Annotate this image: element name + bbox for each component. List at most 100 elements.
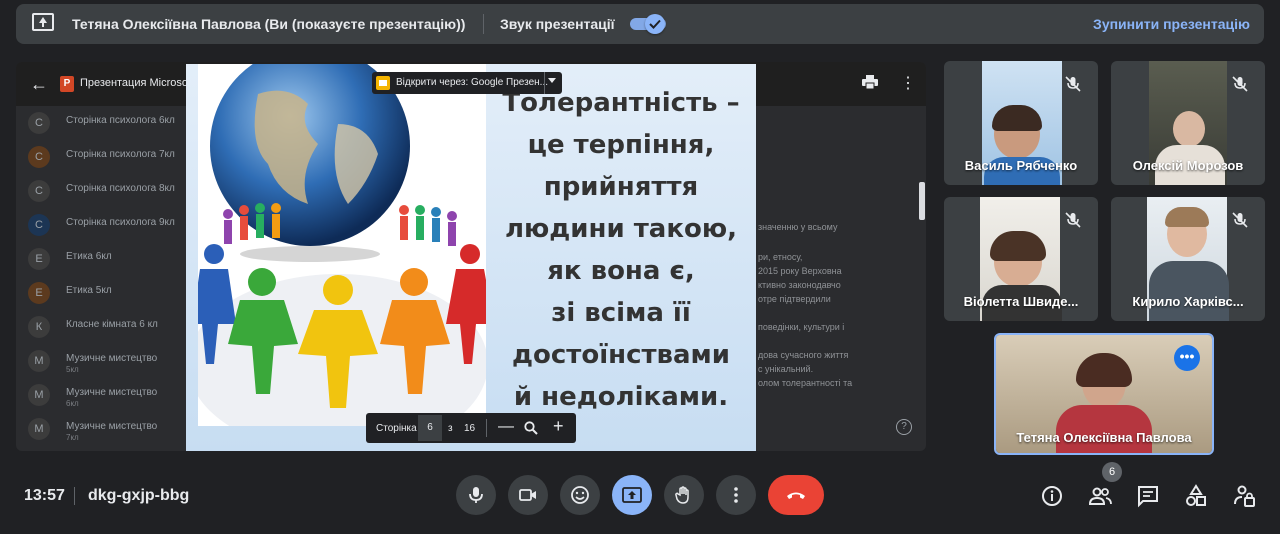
list-item: С Сторінка психолога 6кл	[28, 106, 208, 140]
participant-name: Олексій Морозов	[1132, 158, 1244, 173]
slide-line: й недоліками.	[513, 382, 729, 412]
slide-text: Толерантність – це терпіння, прийняття л…	[486, 82, 756, 418]
list-item-name: Етика 6кл	[66, 251, 112, 262]
slide-line: прийняття	[543, 172, 699, 202]
divider	[486, 419, 487, 437]
videocam-icon	[519, 489, 536, 501]
list-item-name: Етика 5кл	[66, 285, 112, 296]
background-text: дова сучасного життя	[758, 350, 849, 360]
back-arrow-icon[interactable]: ←	[30, 74, 48, 95]
avatar: М	[28, 350, 50, 372]
scrollbar-thumb[interactable]	[919, 182, 925, 220]
list-item: К Класне кімната 6 кл	[28, 310, 208, 344]
participant-tile[interactable]: Олексій Морозов	[1111, 61, 1265, 185]
avatar: С	[28, 112, 50, 134]
list-item-name: Сторінка психолога 6кл	[66, 115, 175, 126]
self-tile[interactable]: ••• Тетяна Олексіївна Павлова	[994, 333, 1214, 455]
emoji-icon	[571, 486, 589, 504]
presentation-sound-label: Звук презентації	[500, 16, 615, 32]
camera-button[interactable]	[508, 475, 548, 515]
background-text: отре підтвердили	[758, 294, 831, 304]
more-options-menu-button[interactable]	[716, 475, 756, 515]
background-text: олом толерантності та	[758, 378, 853, 388]
list-item: М Музичне мистецтво 6кл	[28, 378, 208, 412]
avatar: Е	[28, 248, 50, 270]
page-label: Сторінка	[376, 423, 417, 434]
list-item-sub: 5кл	[66, 365, 79, 374]
list-item: М Музичне мистецтво 7кл	[28, 412, 208, 446]
leave-call-button[interactable]	[768, 475, 824, 515]
background-text: ри, етносу,	[758, 252, 803, 262]
zoom-in-button[interactable]: +	[553, 416, 564, 437]
background-text: значенню у всьому	[758, 222, 838, 232]
more-vert-icon	[734, 487, 738, 503]
avatar: К	[28, 316, 50, 338]
people-icon[interactable]	[1088, 484, 1112, 508]
list-item: С Сторінка психолога 9кл	[28, 208, 208, 242]
slide-line: зі всіма її	[551, 298, 691, 328]
list-item: С Сторінка психолога 7кл	[28, 140, 208, 174]
divider	[483, 14, 484, 34]
mic-off-icon	[1065, 76, 1081, 92]
slide-line: це терпіння,	[527, 130, 715, 160]
slide-line: як вона є,	[547, 256, 695, 286]
list-item-name: Сторінка психолога 8кл	[66, 183, 175, 194]
chat-icon[interactable]	[1136, 484, 1160, 508]
participant-face	[1173, 111, 1205, 147]
toggle-check-icon[interactable]	[645, 14, 665, 34]
list-item-sub: 6кл	[66, 399, 79, 408]
open-with-label: Відкрити через: Google Презен...	[396, 77, 549, 88]
present-to-all-icon	[622, 487, 642, 503]
avatar: С	[28, 146, 50, 168]
info-icon[interactable]	[1040, 484, 1064, 508]
print-icon[interactable]	[862, 75, 878, 90]
zoom-icon[interactable]	[524, 421, 538, 435]
participant-name: Кирило Харківс...	[1132, 294, 1244, 309]
activities-icon[interactable]	[1184, 484, 1208, 508]
avatar: С	[28, 214, 50, 236]
google-slides-icon	[376, 76, 390, 90]
participant-body	[1149, 261, 1229, 321]
participant-hair	[1165, 207, 1209, 227]
help-icon[interactable]: ?	[896, 419, 912, 435]
presentation-slide: Толерантність – це терпіння, прийняття л…	[186, 64, 756, 451]
emoji-reactions-button[interactable]	[560, 475, 600, 515]
list-item-name: Сторінка психолога 7кл	[66, 149, 175, 160]
more-options-button[interactable]: •••	[1174, 345, 1200, 371]
avatar: М	[28, 384, 50, 406]
presenting-title: Тетяна Олексіївна Павлова (Ви (показуєте…	[72, 16, 466, 32]
page-of-label: з	[448, 423, 453, 434]
background-text: 2015 року Верховна	[758, 266, 842, 276]
open-with-button[interactable]: Відкрити через: Google Презен...	[372, 72, 562, 94]
self-name: Тетяна Олексіївна Павлова	[1016, 430, 1192, 445]
microphone-button[interactable]	[456, 475, 496, 515]
participant-name: Василь Рябченко	[964, 158, 1078, 173]
zoom-out-button[interactable]: —	[498, 418, 514, 436]
stop-presenting-button[interactable]: Зупинити презентацію	[1093, 16, 1250, 32]
more-vert-icon[interactable]: ⋮	[900, 73, 916, 93]
presenting-bar: Тетяна Олексіївна Павлова (Ви (показуєте…	[16, 4, 1264, 44]
slide-line: достоїнствами	[511, 340, 731, 370]
background-text: ктивно законодавчо	[758, 280, 841, 290]
participant-count-badge: 6	[1102, 462, 1122, 482]
present-now-button[interactable]	[612, 475, 652, 515]
chevron-down-icon[interactable]	[548, 78, 556, 83]
mic-off-icon	[1065, 212, 1081, 228]
list-item-name: Сторінка психолога 9кл	[66, 217, 175, 228]
page-navigator: Сторінка 6 з 16 — +	[366, 413, 576, 443]
participant-tile[interactable]: Василь Рябченко	[944, 61, 1098, 185]
participant-name: Віолетта Швиде...	[963, 294, 1079, 309]
divider	[74, 487, 75, 505]
mic-off-icon	[1232, 212, 1248, 228]
mic-off-icon	[1232, 76, 1248, 92]
raise-hand-button[interactable]	[664, 475, 704, 515]
participant-tile[interactable]: Кирило Харківс...	[1111, 197, 1265, 321]
slide-illustration	[198, 64, 486, 426]
page-number-input[interactable]: 6	[418, 415, 442, 441]
avatar: С	[28, 180, 50, 202]
host-controls-lock-icon[interactable]	[1232, 484, 1256, 508]
participant-tile[interactable]: Віолетта Швиде...	[944, 197, 1098, 321]
microphone-icon	[469, 487, 483, 503]
background-text: поведінки, культури і	[758, 322, 845, 332]
powerpoint-icon: P	[60, 76, 74, 92]
